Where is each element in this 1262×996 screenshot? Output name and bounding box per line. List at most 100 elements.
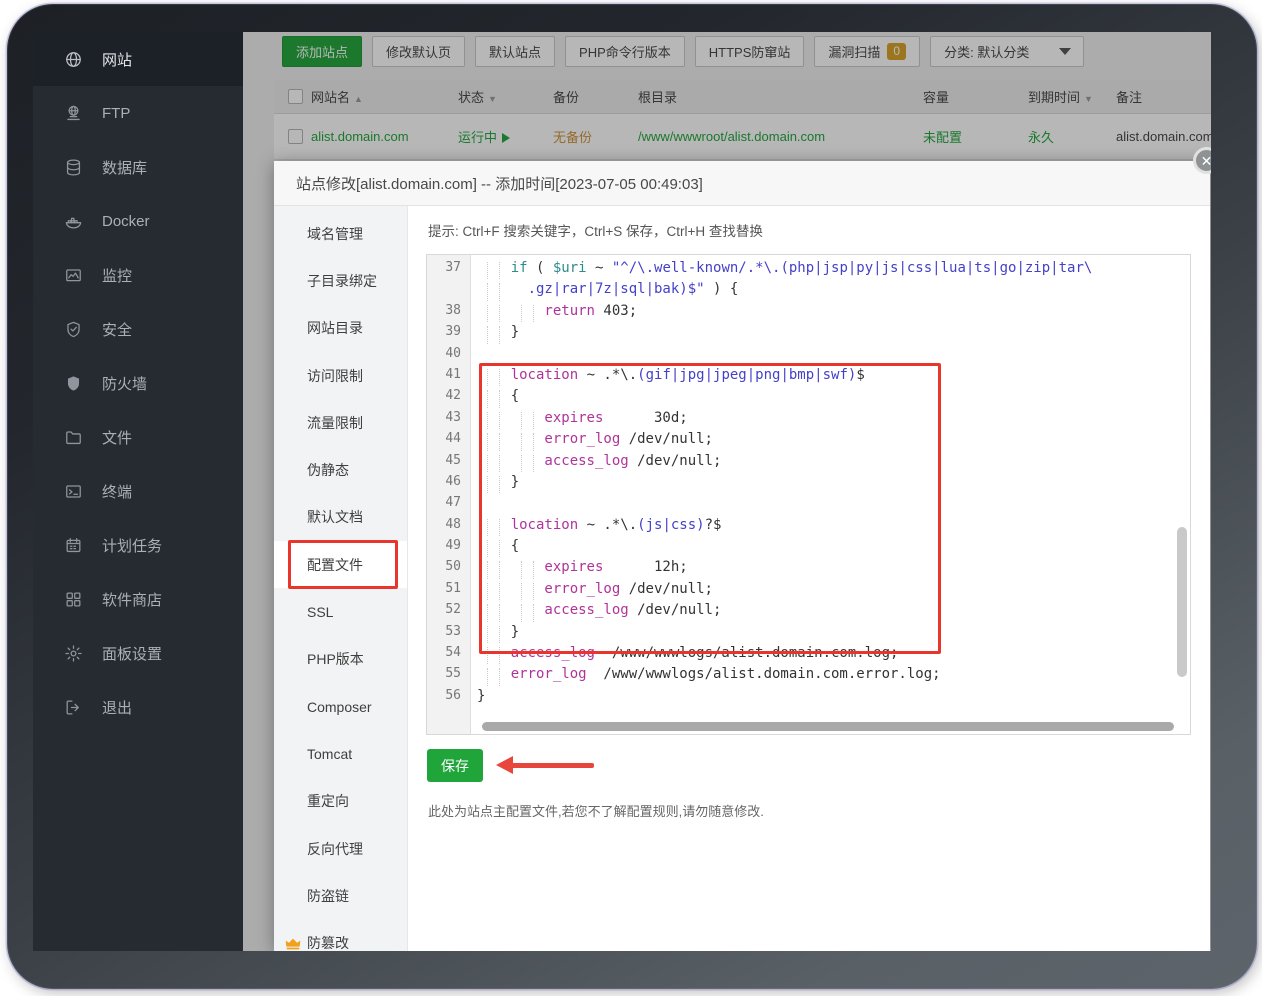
modal-tab-Composer[interactable]: Composer [274,683,407,730]
logout-icon [64,698,83,717]
modal-tab-label: 域名管理 [307,224,363,244]
line-number: 54 [427,645,470,666]
sidebar-item-label: FTP [102,105,130,122]
modal-tab-反向代理[interactable]: 反向代理 [274,825,407,872]
modal-tab-伪静态[interactable]: 伪静态 [274,446,407,493]
code-line: .gz|rar|7z|sql|bak)$" ) { [477,281,1190,302]
sidebar-item-label: Docker [102,213,150,230]
line-number: 56 [427,688,470,709]
indent-guide [477,324,511,345]
line-number: 45 [427,453,470,474]
modal-tab-PHP版本[interactable]: PHP版本 [274,636,407,683]
line-number: 51 [427,581,470,602]
code-line [477,346,1190,367]
folder-icon [64,428,83,447]
sidebar-item-Docker[interactable]: Docker [33,194,243,248]
horizontal-scrollbar[interactable] [482,722,1174,731]
modal-tab-label: 子目录绑定 [307,271,377,291]
sidebar-item-安全[interactable]: 安全 [33,302,243,356]
grid-icon [64,590,83,609]
sidebar-item-FTP[interactable]: FTP [33,86,243,140]
indent-guide [477,474,511,495]
modal-tab-label: 防篡改 [307,933,349,951]
modal-tab-防篡改[interactable]: 防篡改 [274,919,407,951]
modal-tab-访问限制[interactable]: 访问限制 [274,352,407,399]
ftp-icon [64,104,83,123]
modal-tab-重定向[interactable]: 重定向 [274,778,407,825]
config-code-editor[interactable]: 3738394041424344454647484950515253545556… [426,254,1191,735]
modal-tab-label: SSL [307,604,333,620]
terminal-icon [64,482,83,501]
modal-tab-子目录绑定[interactable]: 子目录绑定 [274,257,407,304]
modal-tab-label: 流量限制 [307,413,363,433]
save-button[interactable]: 保存 [427,749,483,782]
code-line: access_log /dev/null; [477,602,1190,623]
sidebar-item-软件商店[interactable]: 软件商店 [33,572,243,626]
indent-guide [477,260,511,281]
modal-tab-label: 防盗链 [307,886,349,906]
modal-tab-Tomcat[interactable]: Tomcat [274,730,407,777]
config-warning-note: 此处为站点主配置文件,若您不了解配置规则,请勿随意修改. [428,801,764,820]
indent-guide [477,517,511,538]
indent-guide [477,410,511,431]
modal-tab-label: 重定向 [307,791,349,811]
modal-tab-默认文档[interactable]: 默认文档 [274,494,407,541]
code-line: { [477,538,1190,559]
sidebar-item-数据库[interactable]: 数据库 [33,140,243,194]
sidebar-item-网站[interactable]: 网站 [33,32,243,86]
sidebar-item-label: 终端 [102,481,132,502]
modal-tab-label: 默认文档 [307,507,363,527]
indent-guide [477,602,511,623]
line-number: 46 [427,474,470,495]
line-number [427,281,470,302]
modal-tab-防盗链[interactable]: 防盗链 [274,872,407,919]
sidebar-item-label: 网站 [102,49,132,70]
code-line: error_log /dev/null; [477,581,1190,602]
indent-guide [477,281,511,302]
sidebar-item-防火墙[interactable]: 防火墙 [33,356,243,410]
code-line [477,495,1190,516]
vertical-scrollbar[interactable] [1177,527,1187,677]
modal-tab-流量限制[interactable]: 流量限制 [274,399,407,446]
line-number: 47 [427,495,470,516]
indent-guide [511,559,545,580]
calendar-icon [64,536,83,555]
modal-title: 站点修改[alist.domain.com] -- 添加时间[2023-07-0… [274,173,703,194]
sidebar-item-label: 监控 [102,265,132,286]
line-number: 50 [427,559,470,580]
code-line: error_log /www/wwwlogs/alist.domain.com.… [477,666,1190,687]
sidebar-item-label: 计划任务 [102,535,162,556]
indent-guide [511,410,545,431]
sidebar-item-监控[interactable]: 监控 [33,248,243,302]
shield-check-icon [64,320,83,339]
modal-tab-域名管理[interactable]: 域名管理 [274,210,407,257]
sidebar-item-计划任务[interactable]: 计划任务 [33,518,243,572]
indent-guide [477,581,511,602]
docker-icon [64,212,83,231]
indent-guide [477,559,511,580]
modal-tab-网站目录[interactable]: 网站目录 [274,305,407,352]
code-line: expires 12h; [477,559,1190,580]
baota-panel: 网站FTP数据库Docker监控安全防火墙文件终端计划任务软件商店面板设置退出 … [33,32,1211,951]
sidebar-item-文件[interactable]: 文件 [33,410,243,464]
modal-tab-label: 伪静态 [307,460,349,480]
sidebar-item-label: 文件 [102,427,132,448]
indent-guide [477,367,511,388]
line-number: 55 [427,666,470,687]
globe-icon [64,50,83,69]
modal-tab-label: 网站目录 [307,318,363,338]
code-line: } [477,688,1190,709]
indent-guide [477,666,511,687]
line-number: 48 [427,517,470,538]
line-number: 44 [427,431,470,452]
modal-tab-label: PHP版本 [307,649,364,669]
indent-guide [477,453,511,474]
sidebar-item-label: 软件商店 [102,589,162,610]
sidebar-item-退出[interactable]: 退出 [33,680,243,734]
modal-tab-SSL[interactable]: SSL [274,588,407,635]
modal-tab-配置文件[interactable]: 配置文件 [274,541,407,588]
code-line: access_log /www/wwwlogs/alist.domain.com… [477,645,1190,666]
sidebar-item-终端[interactable]: 终端 [33,464,243,518]
sidebar-item-面板设置[interactable]: 面板设置 [33,626,243,680]
code-content[interactable]: if ( $uri ~ "^/\.well-known/.*\.(php|jsp… [471,255,1190,734]
